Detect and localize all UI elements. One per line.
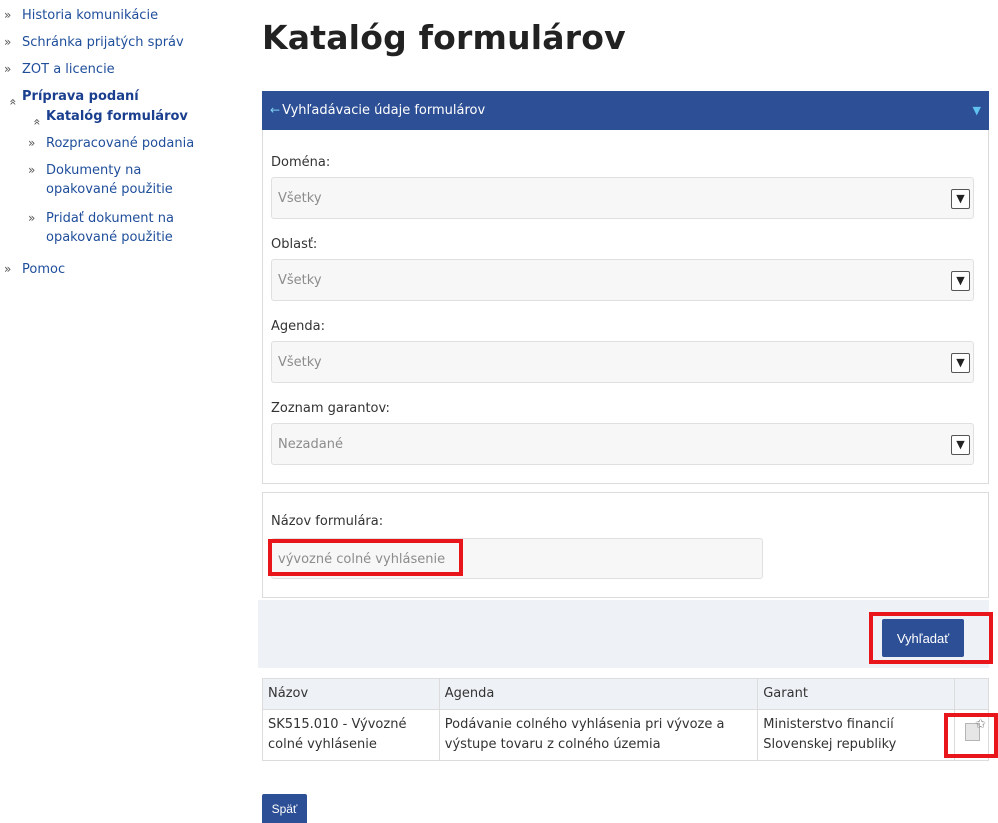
chevron-down-icon[interactable]: ▼ — [951, 435, 970, 455]
guarantor-select[interactable]: Nezadané ▼ — [271, 423, 974, 465]
sidebar-item-label: Rozpracované podania — [46, 136, 195, 151]
table-header-row: Názov Agenda Garant — [262, 678, 990, 710]
sidebar-item-rozpracovane[interactable]: » Rozpracované podania — [28, 134, 194, 153]
sidebar-item-priprava[interactable]: » Príprava podaní — [4, 87, 139, 106]
sidebar-item-label: Pomoc — [22, 262, 66, 277]
guarantor-label: Zoznam garantov: — [271, 401, 390, 416]
sidebar-item-historia[interactable]: » Historia komunikácie — [4, 6, 158, 25]
chevron-down-icon[interactable]: ▼ — [973, 91, 981, 130]
form-name-label: Názov formulára: — [271, 514, 384, 529]
domain-label: Doména: — [271, 155, 331, 170]
sidebar-item-katalog[interactable]: » Katalóg formulárov — [28, 107, 188, 126]
chevron-down-icon[interactable]: ▼ — [951, 353, 970, 373]
sidebar-item-pridat-dokument[interactable]: » Pridať dokument na opakované použitie — [28, 209, 206, 247]
agenda-label: Agenda: — [271, 319, 325, 334]
cell-agenda: Podávanie colného vyhlásenia pri vývoze … — [438, 709, 759, 761]
sidebar-item-zot[interactable]: » ZOT a licencie — [4, 60, 115, 79]
sidebar-item-label: ZOT a licencie — [22, 62, 115, 77]
chevron-down-icon: » — [5, 98, 20, 106]
guarantor-select-value: Nezadané — [278, 437, 343, 452]
agenda-select-value: Všetky — [278, 355, 322, 370]
domain-select-value: Všetky — [278, 191, 322, 206]
search-button[interactable]: Vyhľadať — [882, 619, 964, 657]
search-panel-title: Vyhľadávacie údaje formulárov — [282, 103, 486, 118]
cell-actions: ✩ — [953, 709, 990, 761]
arrow-left-icon: ← — [270, 103, 281, 117]
chevron-right-icon: » — [4, 262, 12, 276]
chevron-right-icon: » — [28, 136, 36, 150]
cell-name: SK515.010 - Vývozné colné vyhlásenie — [262, 709, 440, 761]
form-name-input[interactable]: vývozné colné vyhlásenie — [271, 538, 763, 579]
page-title: Katalóg formulárov — [262, 18, 626, 57]
chevron-right-icon: » — [28, 163, 36, 177]
column-header-garant[interactable]: Garant — [757, 678, 955, 710]
cell-garant: Ministerstvo financií Slovenskej republi… — [757, 709, 955, 761]
sidebar-item-label: Schránka prijatých správ — [22, 35, 184, 50]
chevron-down-icon: » — [29, 118, 44, 126]
sidebar-item-label: Dokumenty na opakované použitie — [46, 163, 173, 197]
sidebar-item-label: Katalóg formulárov — [46, 109, 188, 124]
results-table: Názov Agenda Garant SK515.010 - Vývozné … — [262, 678, 990, 761]
domain-select[interactable]: Všetky ▼ — [271, 177, 974, 219]
area-label: Oblasť: — [271, 237, 318, 252]
action-bar — [258, 600, 989, 668]
sidebar-item-pomoc[interactable]: » Pomoc — [4, 260, 65, 279]
agenda-select[interactable]: Všetky ▼ — [271, 341, 974, 383]
back-button[interactable]: Späť — [262, 794, 307, 823]
add-document-icon[interactable]: ✩ — [964, 717, 986, 741]
chevron-down-icon[interactable]: ▼ — [951, 189, 970, 209]
sidebar-item-label: Historia komunikácie — [22, 8, 159, 23]
chevron-right-icon: » — [4, 62, 12, 76]
sidebar-item-label: Príprava podaní — [22, 89, 139, 104]
chevron-right-icon: » — [4, 8, 12, 22]
sidebar-item-label: Pridať dokument na opakované použitie — [46, 211, 174, 245]
column-header-agenda[interactable]: Agenda — [438, 678, 759, 710]
chevron-right-icon: » — [4, 35, 12, 49]
area-select[interactable]: Všetky ▼ — [271, 259, 974, 301]
sidebar-item-schranka[interactable]: » Schránka prijatých správ — [4, 33, 184, 52]
search-panel-header[interactable]: ← Vyhľadávacie údaje formulárov ▼ — [262, 91, 989, 130]
chevron-right-icon: » — [28, 211, 36, 225]
column-header-name[interactable]: Názov — [262, 678, 440, 710]
star-icon: ✩ — [975, 717, 986, 732]
area-select-value: Všetky — [278, 273, 322, 288]
column-header-actions — [953, 678, 990, 710]
chevron-down-icon[interactable]: ▼ — [951, 271, 970, 291]
sidebar-item-dokumenty[interactable]: » Dokumenty na opakované použitie — [28, 161, 206, 199]
table-row[interactable]: SK515.010 - Vývozné colné vyhlásenie Pod… — [262, 709, 990, 761]
